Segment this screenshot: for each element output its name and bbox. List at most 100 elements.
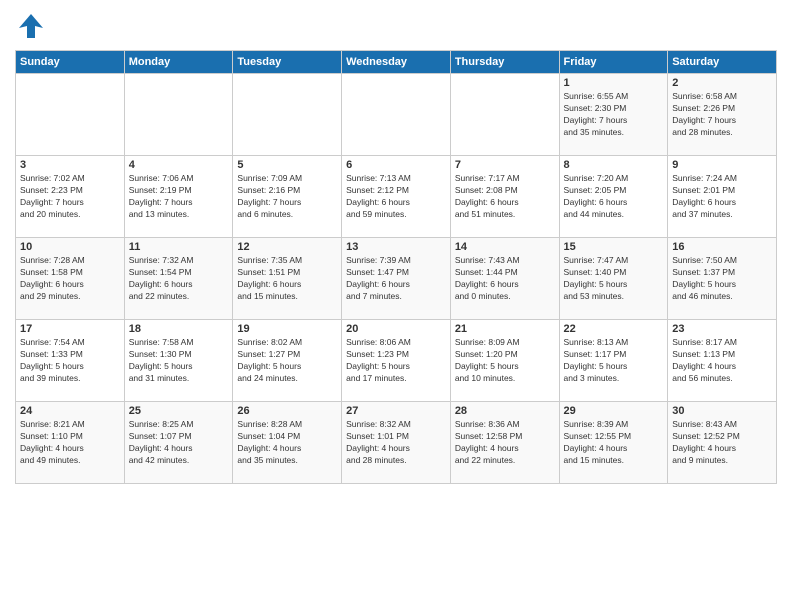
day-number: 16 [672,241,772,253]
day-info: Sunrise: 7:06 AM Sunset: 2:19 PM Dayligh… [129,173,229,221]
week-row-2: 10 Sunrise: 7:28 AM Sunset: 1:58 PM Dayli… [16,238,777,320]
logo-icon [15,10,47,42]
day-number: 5 [237,159,337,171]
day-cell-19: 15 Sunrise: 7:47 AM Sunset: 1:40 PM Dayli… [559,238,668,320]
day-info: Sunrise: 7:54 AM Sunset: 1:33 PM Dayligh… [20,337,120,385]
day-cell-15: 11 Sunrise: 7:32 AM Sunset: 1:54 PM Dayli… [124,238,233,320]
header [15,10,777,42]
day-cell-32: 28Sunrise: 8:36 AM Sunset: 12:58 PM Dayl… [450,402,559,484]
day-cell-6: 2 Sunrise: 6:58 AM Sunset: 2:26 PM Daylig… [668,74,777,156]
day-info: Sunrise: 7:58 AM Sunset: 1:30 PM Dayligh… [129,337,229,385]
day-number: 10 [20,241,120,253]
day-info: Sunrise: 7:09 AM Sunset: 2:16 PM Dayligh… [237,173,337,221]
day-number: 15 [564,241,664,253]
day-info: Sunrise: 7:47 AM Sunset: 1:40 PM Dayligh… [564,255,664,303]
day-info: Sunrise: 7:35 AM Sunset: 1:51 PM Dayligh… [237,255,337,303]
day-cell-4 [450,74,559,156]
header-cell-tuesday: Tuesday [233,51,342,74]
day-number: 18 [129,323,229,335]
day-info: Sunrise: 7:39 AM Sunset: 1:47 PM Dayligh… [346,255,446,303]
day-number: 25 [129,405,229,417]
day-number: 27 [346,405,446,417]
day-cell-25: 21 Sunrise: 8:09 AM Sunset: 1:20 PM Dayli… [450,320,559,402]
day-number: 1 [564,77,664,89]
header-cell-wednesday: Wednesday [342,51,451,74]
day-cell-17: 13Sunrise: 7:39 AM Sunset: 1:47 PM Dayli… [342,238,451,320]
day-number: 14 [455,241,555,253]
header-row: SundayMondayTuesdayWednesdayThursdayFrid… [16,51,777,74]
day-number: 11 [129,241,229,253]
day-cell-7: 3 Sunrise: 7:02 AM Sunset: 2:23 PM Daylig… [16,156,125,238]
day-info: Sunrise: 8:43 AM Sunset: 12:52 PM Daylig… [672,419,772,467]
day-cell-31: 27 Sunrise: 8:32 AM Sunset: 1:01 PM Dayli… [342,402,451,484]
calendar-header: SundayMondayTuesdayWednesdayThursdayFrid… [16,51,777,74]
day-number: 8 [564,159,664,171]
day-number: 24 [20,405,120,417]
day-cell-18: 14 Sunrise: 7:43 AM Sunset: 1:44 PM Dayli… [450,238,559,320]
day-cell-3 [342,74,451,156]
calendar-body: 1 Sunrise: 6:55 AM Sunset: 2:30 PM Daylig… [16,74,777,484]
day-cell-26: 22 Sunrise: 8:13 AM Sunset: 1:17 PM Dayli… [559,320,668,402]
day-cell-33: 29Sunrise: 8:39 AM Sunset: 12:55 PM Dayl… [559,402,668,484]
day-cell-2 [233,74,342,156]
day-number: 30 [672,405,772,417]
day-info: Sunrise: 7:50 AM Sunset: 1:37 PM Dayligh… [672,255,772,303]
day-info: Sunrise: 7:13 AM Sunset: 2:12 PM Dayligh… [346,173,446,221]
day-number: 17 [20,323,120,335]
day-info: Sunrise: 7:32 AM Sunset: 1:54 PM Dayligh… [129,255,229,303]
header-cell-thursday: Thursday [450,51,559,74]
logo [15,10,52,42]
day-cell-16: 12 Sunrise: 7:35 AM Sunset: 1:51 PM Dayli… [233,238,342,320]
week-row-3: 17 Sunrise: 7:54 AM Sunset: 1:33 PM Dayli… [16,320,777,402]
day-number: 9 [672,159,772,171]
day-number: 21 [455,323,555,335]
day-cell-8: 4 Sunrise: 7:06 AM Sunset: 2:19 PM Daylig… [124,156,233,238]
day-cell-21: 17 Sunrise: 7:54 AM Sunset: 1:33 PM Dayli… [16,320,125,402]
day-info: Sunrise: 8:39 AM Sunset: 12:55 PM Daylig… [564,419,664,467]
day-info: Sunrise: 7:20 AM Sunset: 2:05 PM Dayligh… [564,173,664,221]
day-cell-0 [16,74,125,156]
day-info: Sunrise: 7:17 AM Sunset: 2:08 PM Dayligh… [455,173,555,221]
day-cell-27: 23Sunrise: 8:17 AM Sunset: 1:13 PM Dayli… [668,320,777,402]
day-info: Sunrise: 7:43 AM Sunset: 1:44 PM Dayligh… [455,255,555,303]
day-info: Sunrise: 8:09 AM Sunset: 1:20 PM Dayligh… [455,337,555,385]
day-info: Sunrise: 7:02 AM Sunset: 2:23 PM Dayligh… [20,173,120,221]
day-cell-22: 18 Sunrise: 7:58 AM Sunset: 1:30 PM Dayli… [124,320,233,402]
header-cell-monday: Monday [124,51,233,74]
week-row-0: 1 Sunrise: 6:55 AM Sunset: 2:30 PM Daylig… [16,74,777,156]
day-number: 2 [672,77,772,89]
day-number: 22 [564,323,664,335]
day-cell-12: 8 Sunrise: 7:20 AM Sunset: 2:05 PM Daylig… [559,156,668,238]
day-info: Sunrise: 7:28 AM Sunset: 1:58 PM Dayligh… [20,255,120,303]
day-info: Sunrise: 6:58 AM Sunset: 2:26 PM Dayligh… [672,91,772,139]
day-number: 23 [672,323,772,335]
header-cell-friday: Friday [559,51,668,74]
calendar: SundayMondayTuesdayWednesdayThursdayFrid… [15,50,777,484]
day-number: 7 [455,159,555,171]
day-number: 19 [237,323,337,335]
day-number: 4 [129,159,229,171]
day-cell-20: 16 Sunrise: 7:50 AM Sunset: 1:37 PM Dayli… [668,238,777,320]
day-number: 6 [346,159,446,171]
day-info: Sunrise: 8:06 AM Sunset: 1:23 PM Dayligh… [346,337,446,385]
day-cell-34: 30 Sunrise: 8:43 AM Sunset: 12:52 PM Dayl… [668,402,777,484]
day-cell-23: 19Sunrise: 8:02 AM Sunset: 1:27 PM Dayli… [233,320,342,402]
header-cell-sunday: Sunday [16,51,125,74]
day-cell-13: 9 Sunrise: 7:24 AM Sunset: 2:01 PM Daylig… [668,156,777,238]
day-info: Sunrise: 7:24 AM Sunset: 2:01 PM Dayligh… [672,173,772,221]
day-number: 20 [346,323,446,335]
day-cell-29: 25Sunrise: 8:25 AM Sunset: 1:07 PM Dayli… [124,402,233,484]
day-number: 12 [237,241,337,253]
week-row-1: 3 Sunrise: 7:02 AM Sunset: 2:23 PM Daylig… [16,156,777,238]
day-info: Sunrise: 8:36 AM Sunset: 12:58 PM Daylig… [455,419,555,467]
day-cell-30: 26Sunrise: 8:28 AM Sunset: 1:04 PM Dayli… [233,402,342,484]
day-cell-10: 6 Sunrise: 7:13 AM Sunset: 2:12 PM Daylig… [342,156,451,238]
page: SundayMondayTuesdayWednesdayThursdayFrid… [0,0,792,612]
day-number: 26 [237,405,337,417]
header-cell-saturday: Saturday [668,51,777,74]
day-number: 3 [20,159,120,171]
day-info: Sunrise: 8:32 AM Sunset: 1:01 PM Dayligh… [346,419,446,467]
day-info: Sunrise: 6:55 AM Sunset: 2:30 PM Dayligh… [564,91,664,139]
day-info: Sunrise: 8:21 AM Sunset: 1:10 PM Dayligh… [20,419,120,467]
day-info: Sunrise: 8:13 AM Sunset: 1:17 PM Dayligh… [564,337,664,385]
